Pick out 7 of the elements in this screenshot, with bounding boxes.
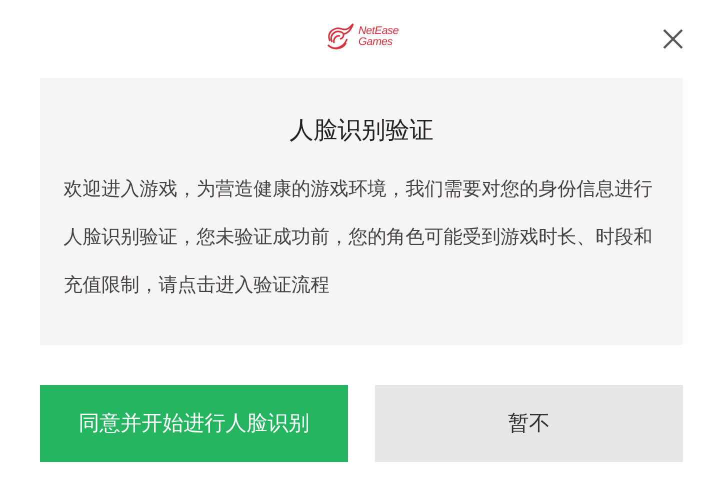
dialog-title: 人脸识别验证 [290,116,434,146]
logo-text: NetEase [358,26,399,37]
close-icon [663,29,683,49]
dialog-message: 欢迎进入游戏，为营造健康的游戏环境，我们需要对您的身份信息进行人脸识别验证，您未验证成功前，您的角色可能受到游戏时长、时段和充值限制，请点击进入验证流程 [64,178,654,298]
logo-text: Games [358,37,394,48]
decline-button[interactable]: 暂不 [375,385,683,462]
close-button[interactable] [661,27,685,51]
